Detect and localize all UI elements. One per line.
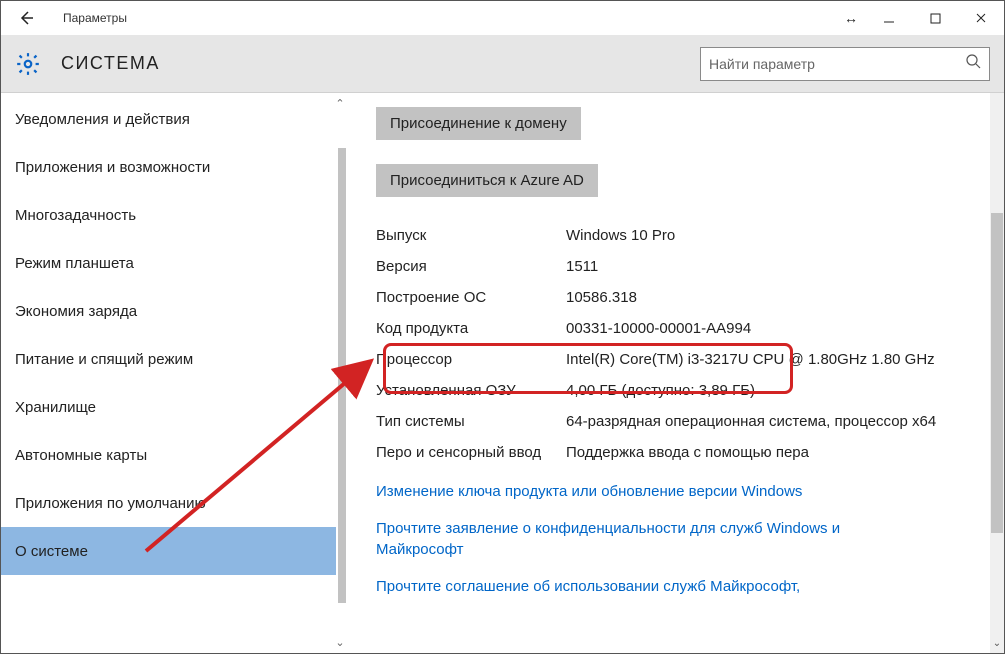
sidebar-item-apps-features[interactable]: Приложения и возможности	[1, 143, 336, 191]
sidebar-item-label: Режим планшета	[15, 255, 134, 272]
info-row-build: Построение ОС 10586.318	[376, 287, 984, 308]
info-row-processor: Процессор Intel(R) Core(TM) i3-3217U CPU…	[376, 349, 984, 370]
sidebar-item-storage[interactable]: Хранилище	[1, 383, 336, 431]
link-change-product-key[interactable]: Изменение ключа продукта или обновление …	[376, 481, 906, 502]
info-row-system-type: Тип системы 64-разрядная операционная си…	[376, 411, 984, 432]
search-placeholder: Найти параметр	[709, 56, 965, 72]
section-title: СИСТЕМА	[61, 53, 160, 74]
sidebar-item-label: Автономные карты	[15, 447, 147, 464]
sidebar-item-multitasking[interactable]: Многозадачность	[1, 191, 336, 239]
sidebar-scrollbar-thumb[interactable]	[338, 148, 346, 603]
info-label: Построение ОС	[376, 287, 566, 308]
sidebar-item-label: Уведомления и действия	[15, 111, 190, 128]
link-privacy-statement[interactable]: Прочтите заявление о конфиденциальности …	[376, 518, 906, 560]
search-input[interactable]: Найти параметр	[700, 47, 990, 81]
back-button[interactable]	[9, 1, 43, 35]
info-label: Процессор	[376, 349, 566, 370]
info-value: Поддержка ввода с помощью пера	[566, 442, 984, 463]
maximize-button[interactable]	[912, 1, 958, 35]
content-scrollbar-track[interactable]	[990, 93, 1004, 653]
settings-window: Параметры ↔ СИСТЕМА Найти параметр	[0, 0, 1005, 654]
join-azure-button[interactable]: Присоединиться к Azure AD	[376, 164, 598, 197]
sidebar-item-label: Экономия заряда	[15, 303, 137, 320]
body: ⌃ Уведомления и действия Приложения и во…	[1, 93, 1004, 653]
info-row-ram: Установленная ОЗУ 4,00 ГБ (доступно: 3,8…	[376, 380, 984, 401]
window-title: Параметры	[63, 11, 127, 25]
info-label: Версия	[376, 256, 566, 277]
window-controls: ↔	[836, 1, 1004, 35]
close-button[interactable]	[958, 1, 1004, 35]
sidebar-item-label: Хранилище	[15, 399, 96, 416]
sidebar-item-power-sleep[interactable]: Питание и спящий режим	[1, 335, 336, 383]
sidebar: ⌃ Уведомления и действия Приложения и во…	[1, 93, 346, 653]
link-services-agreement[interactable]: Прочтите соглашение об использовании слу…	[376, 576, 906, 597]
info-row-product-id: Код продукта 00331-10000-00001-AA994	[376, 318, 984, 339]
system-info-table: Выпуск Windows 10 Pro Версия 1511 Постро…	[376, 225, 984, 463]
info-value: 1511	[566, 256, 984, 277]
sidebar-item-offline-maps[interactable]: Автономные карты	[1, 431, 336, 479]
info-value: 4,00 ГБ (доступно: 3,89 ГБ)	[566, 380, 984, 401]
sidebar-item-label: О системе	[15, 543, 88, 560]
info-value: 00331-10000-00001-AA994	[566, 318, 984, 339]
info-value: Windows 10 Pro	[566, 225, 984, 246]
sidebar-item-default-apps[interactable]: Приложения по умолчанию	[1, 479, 336, 527]
sidebar-scroll-up[interactable]: ⌃	[334, 97, 346, 110]
info-row-pen-touch: Перо и сенсорный ввод Поддержка ввода с …	[376, 442, 984, 463]
info-row-edition: Выпуск Windows 10 Pro	[376, 225, 984, 246]
info-label: Выпуск	[376, 225, 566, 246]
maximize-icon	[930, 13, 941, 24]
info-label: Код продукта	[376, 318, 566, 339]
sidebar-item-label: Приложения и возможности	[15, 159, 210, 176]
sidebar-item-label: Многозадачность	[15, 207, 136, 224]
info-label: Установленная ОЗУ	[376, 380, 566, 401]
info-value: 64-разрядная операционная система, проце…	[566, 411, 984, 432]
sidebar-item-about[interactable]: О системе	[1, 527, 336, 575]
content-scroll-down[interactable]: ⌄	[990, 638, 1004, 649]
info-value: 10586.318	[566, 287, 984, 308]
header: СИСТЕМА Найти параметр	[1, 35, 1004, 93]
sidebar-item-tablet-mode[interactable]: Режим планшета	[1, 239, 336, 287]
search-icon	[965, 53, 981, 74]
sidebar-item-notifications[interactable]: Уведомления и действия	[1, 95, 336, 143]
sidebar-item-label: Приложения по умолчанию	[15, 495, 206, 512]
content-area: Присоединение к домену Присоединиться к …	[346, 93, 1004, 653]
info-label: Перо и сенсорный ввод	[376, 442, 566, 463]
join-domain-button[interactable]: Присоединение к домену	[376, 107, 581, 140]
minimize-icon	[883, 12, 895, 24]
sidebar-item-battery-saver[interactable]: Экономия заряда	[1, 287, 336, 335]
close-icon	[975, 12, 987, 24]
sidebar-scroll-down[interactable]: ⌄	[334, 636, 346, 649]
info-row-version: Версия 1511	[376, 256, 984, 277]
sidebar-item-label: Питание и спящий режим	[15, 351, 193, 368]
content-scrollbar-thumb[interactable]	[991, 213, 1003, 533]
minimize-button[interactable]	[866, 1, 912, 35]
titlebar: Параметры ↔	[1, 1, 1004, 35]
resize-indicator-icon: ↔	[836, 1, 866, 35]
info-value: Intel(R) Core(TM) i3-3217U CPU @ 1.80GHz…	[566, 349, 984, 370]
links-section: Изменение ключа продукта или обновление …	[376, 481, 984, 597]
gear-icon	[15, 51, 41, 77]
arrow-left-icon	[17, 9, 35, 27]
info-label: Тип системы	[376, 411, 566, 432]
